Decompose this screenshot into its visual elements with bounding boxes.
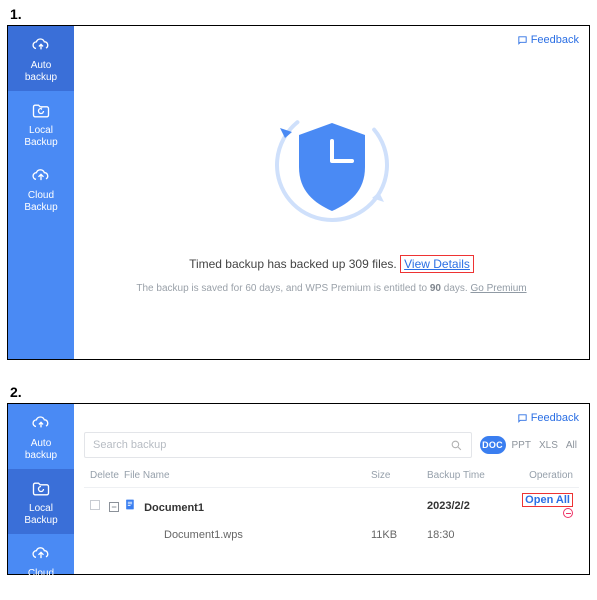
sidebar-item-label: LocalBackup — [24, 503, 57, 526]
child-filename: Document1.wps — [124, 529, 371, 541]
cloud-refresh-icon — [31, 36, 51, 56]
row-controls: − — [90, 500, 124, 513]
sidebar-item-label: Autobackup — [25, 438, 57, 461]
cloud-refresh-icon — [31, 414, 51, 434]
feedback-link[interactable]: Feedback — [517, 412, 579, 424]
row-checkbox[interactable] — [90, 500, 100, 510]
backup-status-text: Timed backup has backed up 309 files. Vi… — [189, 255, 474, 273]
go-premium-link[interactable]: Go Premium — [470, 283, 526, 294]
backup-retention-text: The backup is saved for 60 days, and WPS… — [136, 283, 526, 294]
feedback-label: Feedback — [531, 34, 579, 46]
col-delete: Delete — [90, 470, 124, 481]
sidebar-item-auto-backup[interactable]: Autobackup — [8, 26, 74, 91]
folder-refresh-icon — [31, 101, 51, 121]
main-area: Feedback Search backup DOC PPT XLS All D… — [74, 404, 589, 574]
collapse-toggle[interactable]: − — [109, 502, 119, 512]
search-placeholder: Search backup — [93, 439, 166, 451]
sidebar-item-auto-backup[interactable]: Autobackup — [8, 404, 74, 469]
view-details-link[interactable]: View Details — [404, 257, 470, 271]
folder-refresh-icon — [31, 479, 51, 499]
cloud-upload-icon — [31, 166, 51, 186]
step-2-label: 2. — [0, 378, 597, 403]
remove-icon[interactable] — [563, 508, 573, 518]
sidebar: Autobackup LocalBackup CloudBackup — [8, 404, 74, 574]
filter-xls[interactable]: XLS — [537, 440, 560, 451]
doc-file-icon — [124, 502, 140, 514]
col-backup-time: Backup Time — [427, 470, 507, 481]
col-size: Size — [371, 470, 427, 481]
sidebar-item-cloud-backup[interactable]: CloudBackup — [8, 156, 74, 221]
filter-ppt[interactable]: PPT — [510, 440, 533, 451]
sidebar-item-local-backup[interactable]: LocalBackup — [8, 469, 74, 534]
sidebar-item-label: CloudBackup — [24, 568, 57, 591]
step-1-label: 1. — [0, 0, 597, 25]
group-operation: Open All — [507, 493, 577, 519]
row-filename-cell: Document1 — [124, 498, 371, 514]
sidebar-item-label: CloudBackup — [24, 190, 57, 213]
feedback-label: Feedback — [531, 412, 579, 424]
feedback-icon — [517, 413, 528, 424]
filter-all[interactable]: All — [564, 440, 579, 451]
child-backup-time: 18:30 — [427, 529, 507, 541]
search-input[interactable]: Search backup — [84, 432, 472, 458]
open-all-highlight: Open All — [522, 493, 573, 507]
auto-backup-hero: Timed backup has backed up 309 files. Vi… — [74, 26, 589, 359]
group-backup-date: 2023/2/2 — [427, 500, 507, 512]
col-filename: File Name — [124, 470, 371, 481]
group-filename: Document1 — [144, 502, 204, 514]
sidebar: Autobackup LocalBackup CloudBackup — [8, 26, 74, 359]
sidebar-item-label: Autobackup — [25, 60, 57, 83]
feedback-icon — [517, 35, 528, 46]
feedback-link[interactable]: Feedback — [517, 34, 579, 46]
cloud-upload-icon — [31, 544, 51, 564]
sidebar-item-cloud-backup[interactable]: CloudBackup — [8, 534, 74, 599]
sidebar-item-local-backup[interactable]: LocalBackup — [8, 91, 74, 156]
open-all-link[interactable]: Open All — [525, 494, 570, 506]
col-operation: Operation — [507, 470, 577, 481]
backup-shield-clock-icon — [262, 95, 402, 235]
search-icon — [450, 439, 463, 452]
panel-local-backup: Autobackup LocalBackup CloudBackup Feedb… — [7, 403, 590, 575]
table-row-group[interactable]: − Document1 2023/2/2 Open All — [84, 488, 579, 524]
filter-tabs: DOC PPT XLS All — [480, 436, 579, 454]
view-details-highlight: View Details — [400, 255, 474, 273]
child-size: 11KB — [371, 529, 427, 541]
main-area: Feedback Timed backup has backed up 309 … — [74, 26, 589, 359]
panel-auto-backup: Autobackup LocalBackup CloudBackup Feedb… — [7, 25, 590, 360]
local-backup-content: Search backup DOC PPT XLS All Delete Fil… — [74, 404, 589, 574]
filter-doc[interactable]: DOC — [480, 436, 506, 454]
search-and-filters-row: Search backup DOC PPT XLS All — [84, 432, 579, 458]
table-header: Delete File Name Size Backup Time Operat… — [84, 464, 579, 488]
sidebar-item-label: LocalBackup — [24, 125, 57, 148]
table-row-child[interactable]: Document1.wps 11KB 18:30 — [84, 524, 579, 546]
